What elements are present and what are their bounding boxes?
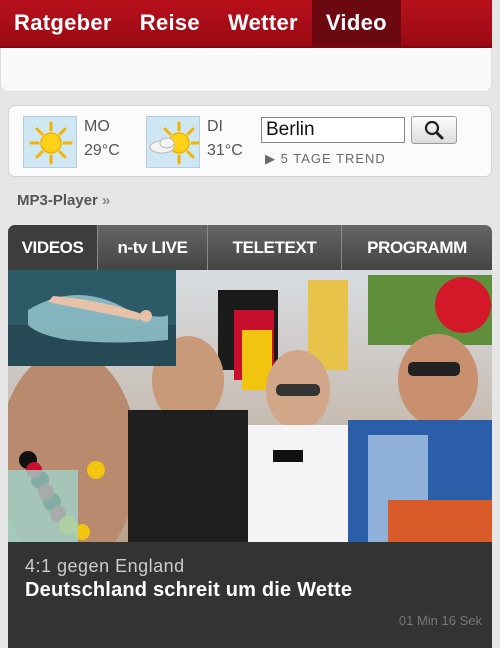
media-tabs: VIDEOS n-tv LIVE TELETEXT PROGRAMM (8, 225, 492, 270)
weather-temp-1: 29°C (84, 142, 120, 159)
video-teaser[interactable]: 4:1 gegen England Deutschland schreit um… (8, 270, 492, 648)
nav-item-reise[interactable]: Reise (126, 0, 214, 46)
breadcrumb[interactable]: MP3-Player » (17, 192, 110, 209)
play-arrow-icon: ▶ (265, 151, 281, 166)
tab-programm[interactable]: PROGRAMM (342, 225, 492, 270)
breadcrumb-label: MP3-Player (17, 192, 98, 209)
nav-item-video[interactable]: Video (311, 0, 401, 46)
search-icon (424, 120, 444, 140)
sun-icon (23, 116, 77, 168)
tab-teletext[interactable]: TELETEXT (208, 225, 342, 270)
video-duration: 01 Min 16 Sek (398, 613, 482, 628)
trend-link[interactable]: ▶ 5 TAGE TREND (265, 151, 386, 167)
breadcrumb-separator: » (102, 192, 111, 209)
tab-videos[interactable]: VIDEOS (8, 225, 98, 270)
video-headline[interactable]: Deutschland schreit um die Wette (25, 579, 352, 602)
tab-ntv-live[interactable]: n-tv LIVE (98, 225, 208, 270)
nav-item-wetter[interactable]: Wetter (214, 0, 312, 46)
nav-item-ratgeber[interactable]: Ratgeber (0, 0, 126, 46)
city-search-input[interactable] (261, 117, 405, 143)
trend-label: 5 TAGE TREND (280, 151, 386, 166)
weather-temp-2: 31°C (207, 142, 243, 159)
sun-cloud-icon (146, 116, 200, 168)
subnav-bar (0, 48, 492, 92)
search-button[interactable] (411, 116, 457, 144)
weather-day-2: DI (207, 118, 223, 135)
weather-widget: MO 29°C DI 31°C ▶ 5 TAGE TREND (8, 105, 492, 177)
top-navigation: Ratgeber Reise Wetter Video (0, 0, 500, 48)
nav-edge (492, 0, 500, 48)
video-kicker: 4:1 gegen England (25, 556, 185, 576)
video-thumbnail-image[interactable] (8, 270, 176, 366)
weather-day-1: MO (84, 118, 110, 135)
